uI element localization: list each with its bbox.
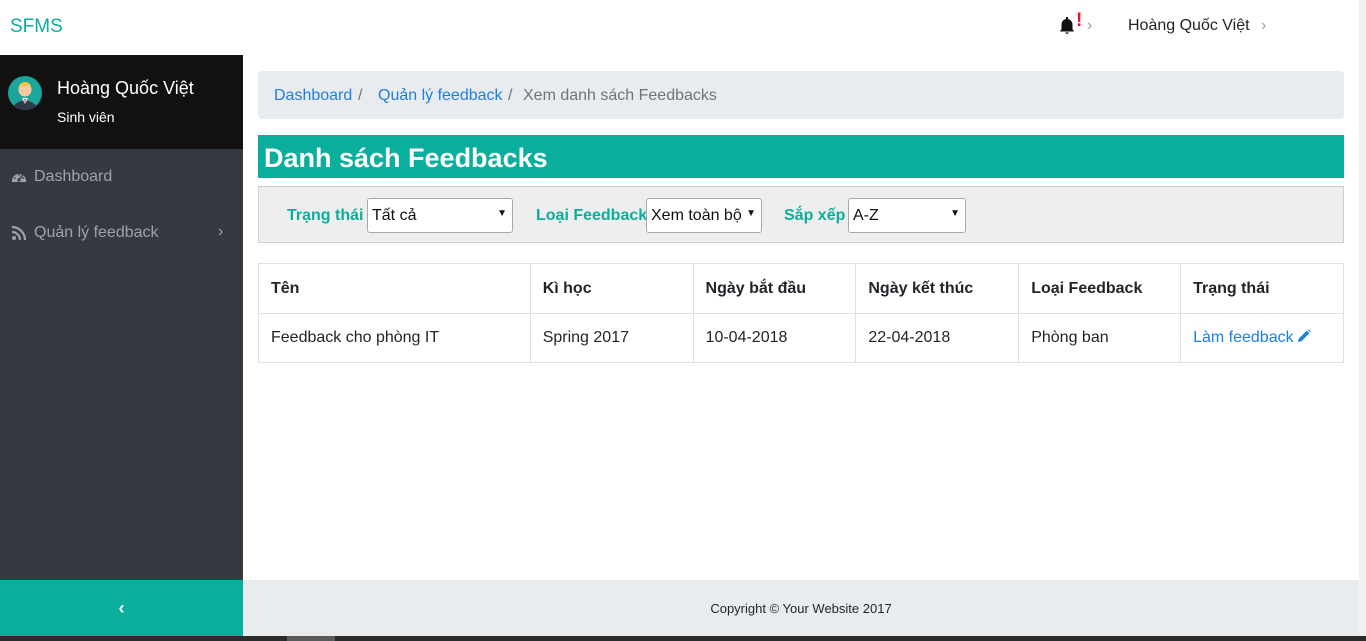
chevron-right-icon[interactable]: ›	[1087, 17, 1092, 35]
breadcrumb-feedback-link[interactable]: Quản lý feedback	[378, 87, 503, 105]
column-header: Kì học	[529, 263, 694, 314]
dashboard-gauge-icon	[12, 174, 26, 182]
cell-name: Feedback cho phòng IT	[258, 313, 531, 363]
cell-semester: Spring 2017	[529, 313, 694, 363]
copyright-text: Copyright © Your Website 2017	[710, 601, 892, 616]
sidebar-profile: Hoàng Quốc Việt Sinh viên	[0, 55, 243, 149]
status-filter-label: Trạng thái	[287, 207, 364, 224]
breadcrumb-separator: /	[508, 87, 513, 104]
sidebar: Hoàng Quốc Việt Sinh viên Dashboard Quản…	[0, 55, 243, 641]
top-navbar: SFMS ! › Hoàng Quốc Việt ›	[0, 0, 1359, 55]
horizontal-scrollbar[interactable]	[0, 636, 1366, 641]
scrollbar-thumb[interactable]	[287, 636, 335, 641]
breadcrumb-current: Xem danh sách Feedbacks	[523, 87, 717, 104]
chevron-right-icon: ›	[218, 223, 224, 240]
vertical-scrollbar[interactable]	[1359, 0, 1366, 636]
sort-value: A-Z	[853, 207, 879, 224]
status-filter-value: Tất cả	[372, 207, 417, 224]
breadcrumb: Dashboard / Quản lý feedback / Xem danh …	[258, 71, 1344, 119]
notification-alert-badge: !	[1076, 10, 1083, 31]
sidebar-collapse-button[interactable]: ‹	[0, 580, 243, 636]
page-title: Danh sách Feedbacks	[258, 135, 1344, 178]
sidebar-item-label: Dashboard	[34, 168, 113, 185]
sidebar-item-feedback-management[interactable]: Quản lý feedback ›	[0, 213, 243, 253]
do-feedback-label: Làm feedback	[1193, 329, 1294, 346]
pencil-icon	[1297, 329, 1311, 342]
profile-name: Hoàng Quốc Việt	[57, 78, 194, 98]
cell-end-date: 22-04-2018	[855, 313, 1020, 363]
cell-start-date: 10-04-2018	[692, 313, 857, 363]
caret-down-icon: ▼	[497, 208, 507, 219]
sort-filter-label: Sắp xếp	[784, 207, 846, 224]
column-header: Ngày kết thúc	[855, 263, 1020, 314]
top-user-menu[interactable]: Hoàng Quốc Việt	[1128, 17, 1250, 35]
table-header-row: Tên Kì học Ngày bắt đầu Ngày kết thúc Lo…	[258, 263, 1344, 314]
breadcrumb-dashboard-link[interactable]: Dashboard	[274, 87, 352, 105]
bell-icon[interactable]	[1057, 16, 1077, 38]
column-header: Loại Feedback	[1018, 263, 1182, 314]
rss-feed-icon	[11, 225, 27, 241]
status-filter-select[interactable]: Tất cả ▼	[367, 198, 513, 233]
chevron-left-icon: ‹	[118, 598, 125, 618]
type-filter-select[interactable]: Xem toàn bộ ▼	[646, 198, 762, 233]
profile-role: Sinh viên	[57, 109, 115, 125]
cell-status: Làm feedback	[1180, 313, 1344, 363]
table-row: Feedback cho phòng IT Spring 2017 10-04-…	[258, 313, 1344, 363]
user-avatar-icon	[8, 76, 42, 110]
type-filter-value: Xem toàn bộ	[651, 207, 742, 224]
footer: Copyright © Your Website 2017	[243, 580, 1359, 636]
chevron-right-icon[interactable]: ›	[1261, 17, 1266, 35]
column-header: Trạng thái	[1180, 263, 1344, 314]
sidebar-item-dashboard[interactable]: Dashboard	[0, 157, 243, 197]
caret-down-icon: ▼	[950, 208, 960, 219]
column-header: Ngày bắt đầu	[692, 263, 857, 314]
do-feedback-link[interactable]: Làm feedback	[1193, 329, 1311, 346]
type-filter-label: Loại Feedback	[536, 207, 648, 224]
cell-type: Phòng ban	[1018, 313, 1182, 363]
feedback-table: Tên Kì học Ngày bắt đầu Ngày kết thúc Lo…	[258, 263, 1344, 363]
brand-logo[interactable]: SFMS	[10, 16, 63, 38]
breadcrumb-separator: /	[358, 87, 363, 104]
filter-bar: Trạng thái Tất cả ▼ Loại Feedback Xem to…	[258, 186, 1344, 243]
column-header: Tên	[258, 263, 531, 314]
sort-select[interactable]: A-Z ▼	[848, 198, 966, 233]
caret-down-icon: ▼	[746, 208, 756, 219]
sidebar-item-label: Quản lý feedback	[34, 224, 159, 241]
